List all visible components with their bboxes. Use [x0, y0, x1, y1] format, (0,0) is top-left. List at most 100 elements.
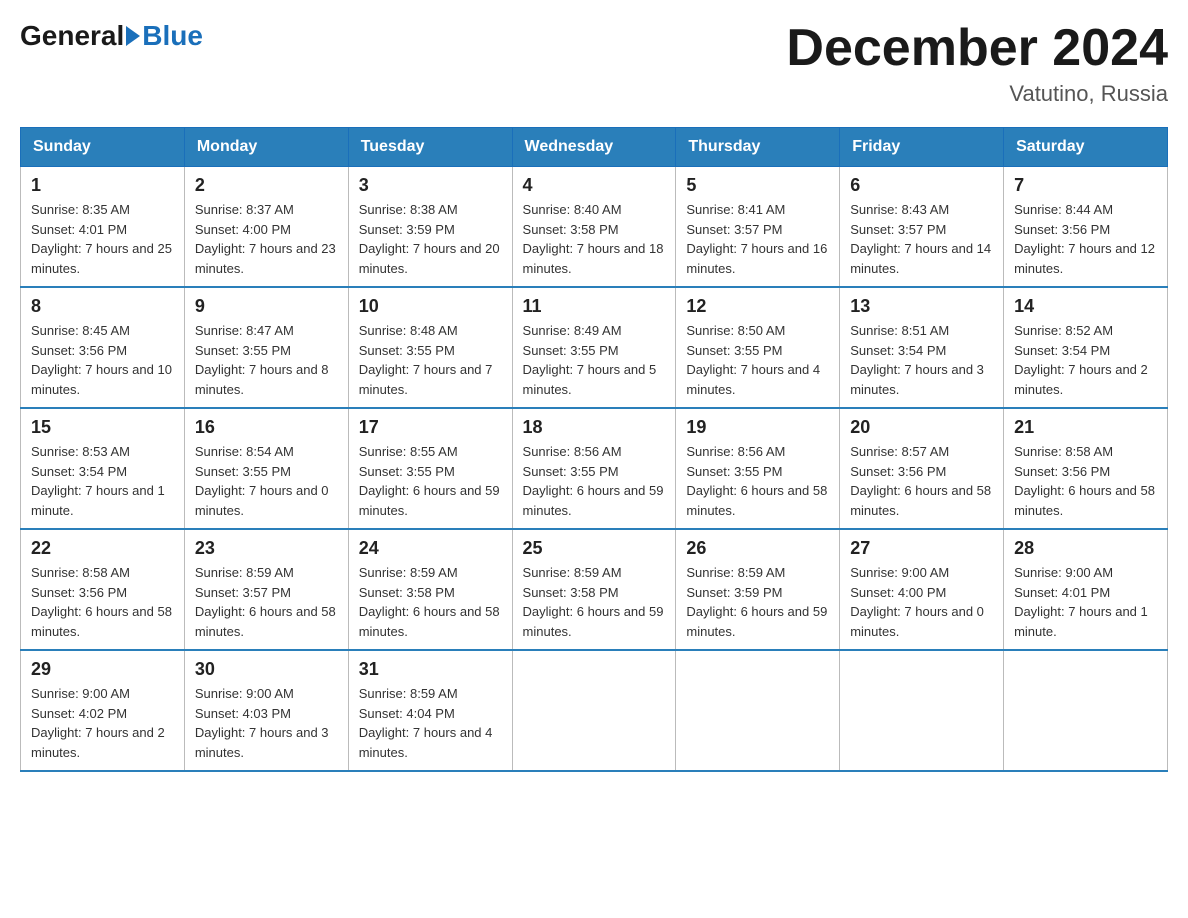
calendar-header-saturday: Saturday — [1004, 128, 1168, 167]
calendar-header-monday: Monday — [184, 128, 348, 167]
calendar-day-cell: 6 Sunrise: 8:43 AMSunset: 3:57 PMDaylight… — [840, 167, 1004, 288]
calendar-header-sunday: Sunday — [21, 128, 185, 167]
day-number: 29 — [31, 659, 174, 680]
day-info: Sunrise: 8:37 AMSunset: 4:00 PMDaylight:… — [195, 200, 338, 278]
day-number: 9 — [195, 296, 338, 317]
calendar-day-cell: 31 Sunrise: 8:59 AMSunset: 4:04 PMDayligh… — [348, 650, 512, 771]
day-number: 26 — [686, 538, 829, 559]
day-number: 30 — [195, 659, 338, 680]
day-number: 16 — [195, 417, 338, 438]
day-info: Sunrise: 8:51 AMSunset: 3:54 PMDaylight:… — [850, 321, 993, 399]
calendar-week-row: 8 Sunrise: 8:45 AMSunset: 3:56 PMDaylight… — [21, 287, 1168, 408]
day-number: 21 — [1014, 417, 1157, 438]
title-section: December 2024 Vatutino, Russia — [786, 20, 1168, 107]
day-info: Sunrise: 8:38 AMSunset: 3:59 PMDaylight:… — [359, 200, 502, 278]
calendar-day-cell: 25 Sunrise: 8:59 AMSunset: 3:58 PMDayligh… — [512, 529, 676, 650]
calendar-day-cell: 9 Sunrise: 8:47 AMSunset: 3:55 PMDaylight… — [184, 287, 348, 408]
day-number: 6 — [850, 175, 993, 196]
day-number: 15 — [31, 417, 174, 438]
day-info: Sunrise: 8:59 AMSunset: 3:59 PMDaylight:… — [686, 563, 829, 641]
page-header: General Blue December 2024 Vatutino, Rus… — [20, 20, 1168, 107]
day-info: Sunrise: 8:54 AMSunset: 3:55 PMDaylight:… — [195, 442, 338, 520]
calendar-day-cell: 10Sunrise: 8:48 AMSunset: 3:55 PMDayligh… — [348, 287, 512, 408]
calendar-day-cell: 20 Sunrise: 8:57 AMSunset: 3:56 PMDayligh… — [840, 408, 1004, 529]
day-info: Sunrise: 8:41 AMSunset: 3:57 PMDaylight:… — [686, 200, 829, 278]
day-info: Sunrise: 8:43 AMSunset: 3:57 PMDaylight:… — [850, 200, 993, 278]
day-info: Sunrise: 8:35 AMSunset: 4:01 PMDaylight:… — [31, 200, 174, 278]
calendar-header-wednesday: Wednesday — [512, 128, 676, 167]
day-number: 4 — [523, 175, 666, 196]
day-info: Sunrise: 8:56 AMSunset: 3:55 PMDaylight:… — [523, 442, 666, 520]
calendar-day-cell: 16 Sunrise: 8:54 AMSunset: 3:55 PMDayligh… — [184, 408, 348, 529]
calendar-day-cell: 3 Sunrise: 8:38 AMSunset: 3:59 PMDaylight… — [348, 167, 512, 288]
calendar-day-cell: 8 Sunrise: 8:45 AMSunset: 3:56 PMDaylight… — [21, 287, 185, 408]
day-info: Sunrise: 8:53 AMSunset: 3:54 PMDaylight:… — [31, 442, 174, 520]
day-number: 28 — [1014, 538, 1157, 559]
day-number: 1 — [31, 175, 174, 196]
day-info: Sunrise: 8:44 AMSunset: 3:56 PMDaylight:… — [1014, 200, 1157, 278]
calendar-table: SundayMondayTuesdayWednesdayThursdayFrid… — [20, 127, 1168, 772]
day-info: Sunrise: 8:40 AMSunset: 3:58 PMDaylight:… — [523, 200, 666, 278]
day-number: 22 — [31, 538, 174, 559]
day-info: Sunrise: 9:00 AMSunset: 4:02 PMDaylight:… — [31, 684, 174, 762]
calendar-week-row: 15 Sunrise: 8:53 AMSunset: 3:54 PMDayligh… — [21, 408, 1168, 529]
day-number: 12 — [686, 296, 829, 317]
day-info: Sunrise: 8:56 AMSunset: 3:55 PMDaylight:… — [686, 442, 829, 520]
day-info: Sunrise: 8:55 AMSunset: 3:55 PMDaylight:… — [359, 442, 502, 520]
day-info: Sunrise: 8:59 AMSunset: 3:57 PMDaylight:… — [195, 563, 338, 641]
day-info: Sunrise: 8:45 AMSunset: 3:56 PMDaylight:… — [31, 321, 174, 399]
day-number: 20 — [850, 417, 993, 438]
calendar-day-cell: 4 Sunrise: 8:40 AMSunset: 3:58 PMDaylight… — [512, 167, 676, 288]
day-number: 10 — [359, 296, 502, 317]
day-number: 5 — [686, 175, 829, 196]
day-number: 14 — [1014, 296, 1157, 317]
location: Vatutino, Russia — [786, 81, 1168, 107]
calendar-day-cell: 14 Sunrise: 8:52 AMSunset: 3:54 PMDayligh… — [1004, 287, 1168, 408]
calendar-empty-cell — [512, 650, 676, 771]
calendar-day-cell: 28 Sunrise: 9:00 AMSunset: 4:01 PMDayligh… — [1004, 529, 1168, 650]
day-info: Sunrise: 9:00 AMSunset: 4:03 PMDaylight:… — [195, 684, 338, 762]
day-number: 8 — [31, 296, 174, 317]
logo-arrow-icon — [126, 26, 140, 46]
day-number: 2 — [195, 175, 338, 196]
calendar-header-tuesday: Tuesday — [348, 128, 512, 167]
day-info: Sunrise: 9:00 AMSunset: 4:00 PMDaylight:… — [850, 563, 993, 641]
day-info: Sunrise: 8:57 AMSunset: 3:56 PMDaylight:… — [850, 442, 993, 520]
day-number: 17 — [359, 417, 502, 438]
day-info: Sunrise: 8:59 AMSunset: 4:04 PMDaylight:… — [359, 684, 502, 762]
day-number: 18 — [523, 417, 666, 438]
day-number: 13 — [850, 296, 993, 317]
calendar-day-cell: 18 Sunrise: 8:56 AMSunset: 3:55 PMDayligh… — [512, 408, 676, 529]
calendar-day-cell: 1 Sunrise: 8:35 AMSunset: 4:01 PMDaylight… — [21, 167, 185, 288]
day-number: 3 — [359, 175, 502, 196]
month-title: December 2024 — [786, 20, 1168, 77]
day-info: Sunrise: 8:59 AMSunset: 3:58 PMDaylight:… — [523, 563, 666, 641]
day-info: Sunrise: 8:47 AMSunset: 3:55 PMDaylight:… — [195, 321, 338, 399]
day-number: 23 — [195, 538, 338, 559]
calendar-week-row: 1 Sunrise: 8:35 AMSunset: 4:01 PMDaylight… — [21, 167, 1168, 288]
calendar-day-cell: 30 Sunrise: 9:00 AMSunset: 4:03 PMDayligh… — [184, 650, 348, 771]
day-info: Sunrise: 8:50 AMSunset: 3:55 PMDaylight:… — [686, 321, 829, 399]
calendar-day-cell: 21 Sunrise: 8:58 AMSunset: 3:56 PMDayligh… — [1004, 408, 1168, 529]
calendar-day-cell: 12 Sunrise: 8:50 AMSunset: 3:55 PMDayligh… — [676, 287, 840, 408]
day-info: Sunrise: 8:58 AMSunset: 3:56 PMDaylight:… — [1014, 442, 1157, 520]
day-number: 25 — [523, 538, 666, 559]
calendar-day-cell: 17 Sunrise: 8:55 AMSunset: 3:55 PMDayligh… — [348, 408, 512, 529]
calendar-header-friday: Friday — [840, 128, 1004, 167]
day-info: Sunrise: 8:52 AMSunset: 3:54 PMDaylight:… — [1014, 321, 1157, 399]
calendar-week-row: 22 Sunrise: 8:58 AMSunset: 3:56 PMDayligh… — [21, 529, 1168, 650]
calendar-day-cell: 7Sunrise: 8:44 AMSunset: 3:56 PMDaylight… — [1004, 167, 1168, 288]
day-info: Sunrise: 8:49 AMSunset: 3:55 PMDaylight:… — [523, 321, 666, 399]
calendar-day-cell: 15 Sunrise: 8:53 AMSunset: 3:54 PMDayligh… — [21, 408, 185, 529]
day-number: 31 — [359, 659, 502, 680]
calendar-day-cell: 23 Sunrise: 8:59 AMSunset: 3:57 PMDayligh… — [184, 529, 348, 650]
calendar-empty-cell — [1004, 650, 1168, 771]
day-number: 11 — [523, 296, 666, 317]
day-info: Sunrise: 8:58 AMSunset: 3:56 PMDaylight:… — [31, 563, 174, 641]
calendar-day-cell: 13 Sunrise: 8:51 AMSunset: 3:54 PMDayligh… — [840, 287, 1004, 408]
day-info: Sunrise: 9:00 AMSunset: 4:01 PMDaylight:… — [1014, 563, 1157, 641]
day-number: 24 — [359, 538, 502, 559]
day-number: 19 — [686, 417, 829, 438]
calendar-day-cell: 27Sunrise: 9:00 AMSunset: 4:00 PMDayligh… — [840, 529, 1004, 650]
logo-blue-text: Blue — [142, 20, 203, 52]
